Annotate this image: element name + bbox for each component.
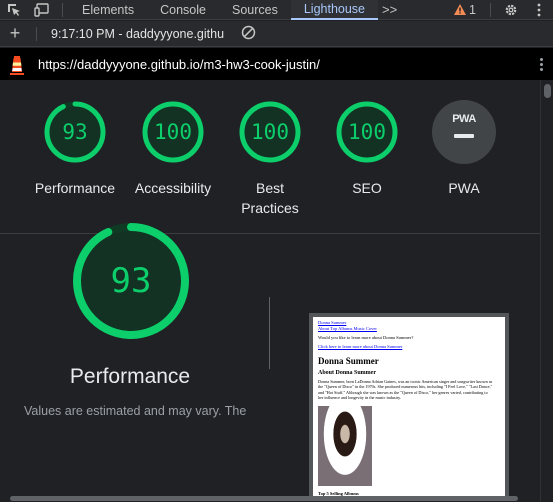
preview-cta-link: Click here to learn more about Donna Sum…: [318, 344, 403, 349]
score-best-practices[interactable]: 100 Best Practices: [221, 100, 319, 218]
page-preview: Donna Summer About Top Albums Music Cove…: [313, 317, 505, 502]
tab-label: Elements: [82, 2, 135, 17]
report-select-value: 9:17:10 PM - daddyyyone.githu: [51, 26, 225, 41]
performance-score-value: 93: [110, 261, 152, 301]
preview-photo: [318, 405, 372, 486]
report-url[interactable]: https://daddyyyone.github.io/m3-hw3-cook…: [34, 57, 320, 72]
more-tabs-button[interactable]: >>: [378, 2, 401, 17]
score-gauge: 100: [141, 100, 205, 164]
performance-gauge-large: 93: [71, 221, 191, 341]
warnings-button[interactable]: 1: [446, 3, 484, 17]
tab-sources[interactable]: Sources: [219, 0, 291, 20]
preview-subheading: About Donna Summer: [318, 370, 377, 376]
kebab-menu-icon[interactable]: [525, 0, 553, 20]
tab-console[interactable]: Console: [147, 0, 219, 20]
lighthouse-report: 93 Performance 100 Accessibility 100 Bes…: [0, 80, 540, 502]
vertical-scrollbar[interactable]: [540, 80, 553, 502]
tabbar-divider: [62, 2, 63, 17]
score-gauge: 100: [335, 100, 399, 164]
vertical-scrollbar-thumb[interactable]: [544, 84, 551, 98]
score-label: Best Practices: [241, 180, 299, 216]
tabbar-divider: [490, 2, 491, 17]
preview-paragraph: Donna Summer, born LaDonna Adrian Gaines…: [318, 379, 493, 401]
pwa-dash: [454, 134, 474, 138]
lighthouse-toolbar: + 9:17:10 PM - daddyyyone.githu ▼: [0, 21, 553, 47]
gear-icon[interactable]: [497, 0, 525, 20]
tab-elements[interactable]: Elements: [69, 0, 147, 20]
score-value: 93: [62, 120, 88, 144]
score-summary: 93 Performance 100 Accessibility 100 Bes…: [0, 80, 540, 234]
device-toolbar-icon[interactable]: [28, 0, 56, 20]
score-label: PWA: [448, 180, 480, 196]
plus-icon[interactable]: +: [0, 23, 30, 44]
tab-label: Console: [160, 2, 206, 17]
chevron-down-icon: ▼: [228, 29, 229, 39]
score-performance[interactable]: 93 Performance: [26, 100, 124, 198]
report-url-bar: https://daddyyyone.github.io/m3-hw3-cook…: [0, 48, 553, 80]
score-gauge: 93: [43, 100, 107, 164]
score-label: Accessibility: [134, 180, 212, 196]
score-value: 100: [348, 120, 386, 144]
tab-lighthouse[interactable]: Lighthouse: [290, 0, 379, 20]
lighthouse-logo-icon: [0, 53, 34, 75]
warning-count: 1: [469, 2, 476, 17]
score-seo[interactable]: 100 SEO: [318, 100, 416, 198]
preview-question: Would you like to learn more about Donna…: [318, 335, 414, 340]
report-select[interactable]: 9:17:10 PM - daddyyyone.githu ▼: [43, 27, 229, 41]
tabbar-right-controls: 1: [446, 0, 553, 20]
pwa-badge-icon: PWA: [432, 100, 496, 164]
preview-nav-links: About Top Albums Music Cover: [318, 326, 377, 331]
performance-heading: Performance: [69, 365, 191, 388]
horizontal-scrollbar-thumb[interactable]: [10, 496, 518, 501]
tab-label: Sources: [231, 2, 278, 17]
preview-heading: Donna Summer: [318, 356, 379, 366]
page-screenshot[interactable]: Donna Summer About Top Albums Music Cove…: [309, 313, 509, 502]
score-value: 100: [251, 120, 289, 144]
devtools-tabbar: Elements Console Sources Lighthouse >> 1: [0, 0, 553, 20]
score-label: Performance: [34, 180, 116, 196]
score-accessibility[interactable]: 100 Accessibility: [124, 100, 222, 198]
score-value: 100: [154, 120, 192, 144]
warning-icon: [454, 4, 467, 15]
tab-label: Lighthouse: [303, 1, 366, 16]
score-pwa[interactable]: PWA PWA: [415, 100, 513, 198]
preview-albums-heading: Top 5 Selling Albums: [318, 490, 359, 496]
horizontal-scrollbar[interactable]: [0, 496, 540, 502]
performance-disclaimer: Values are estimated and may vary. The: [24, 404, 247, 418]
score-label: SEO: [352, 180, 382, 196]
pwa-badge-text: PWA: [452, 113, 476, 125]
clear-icon[interactable]: [241, 25, 256, 43]
kebab-menu-icon[interactable]: [529, 57, 553, 71]
section-divider: [269, 297, 270, 369]
toolbar-divider: [36, 26, 37, 41]
inspect-element-icon[interactable]: [0, 0, 28, 20]
score-gauge: 100: [238, 100, 302, 164]
